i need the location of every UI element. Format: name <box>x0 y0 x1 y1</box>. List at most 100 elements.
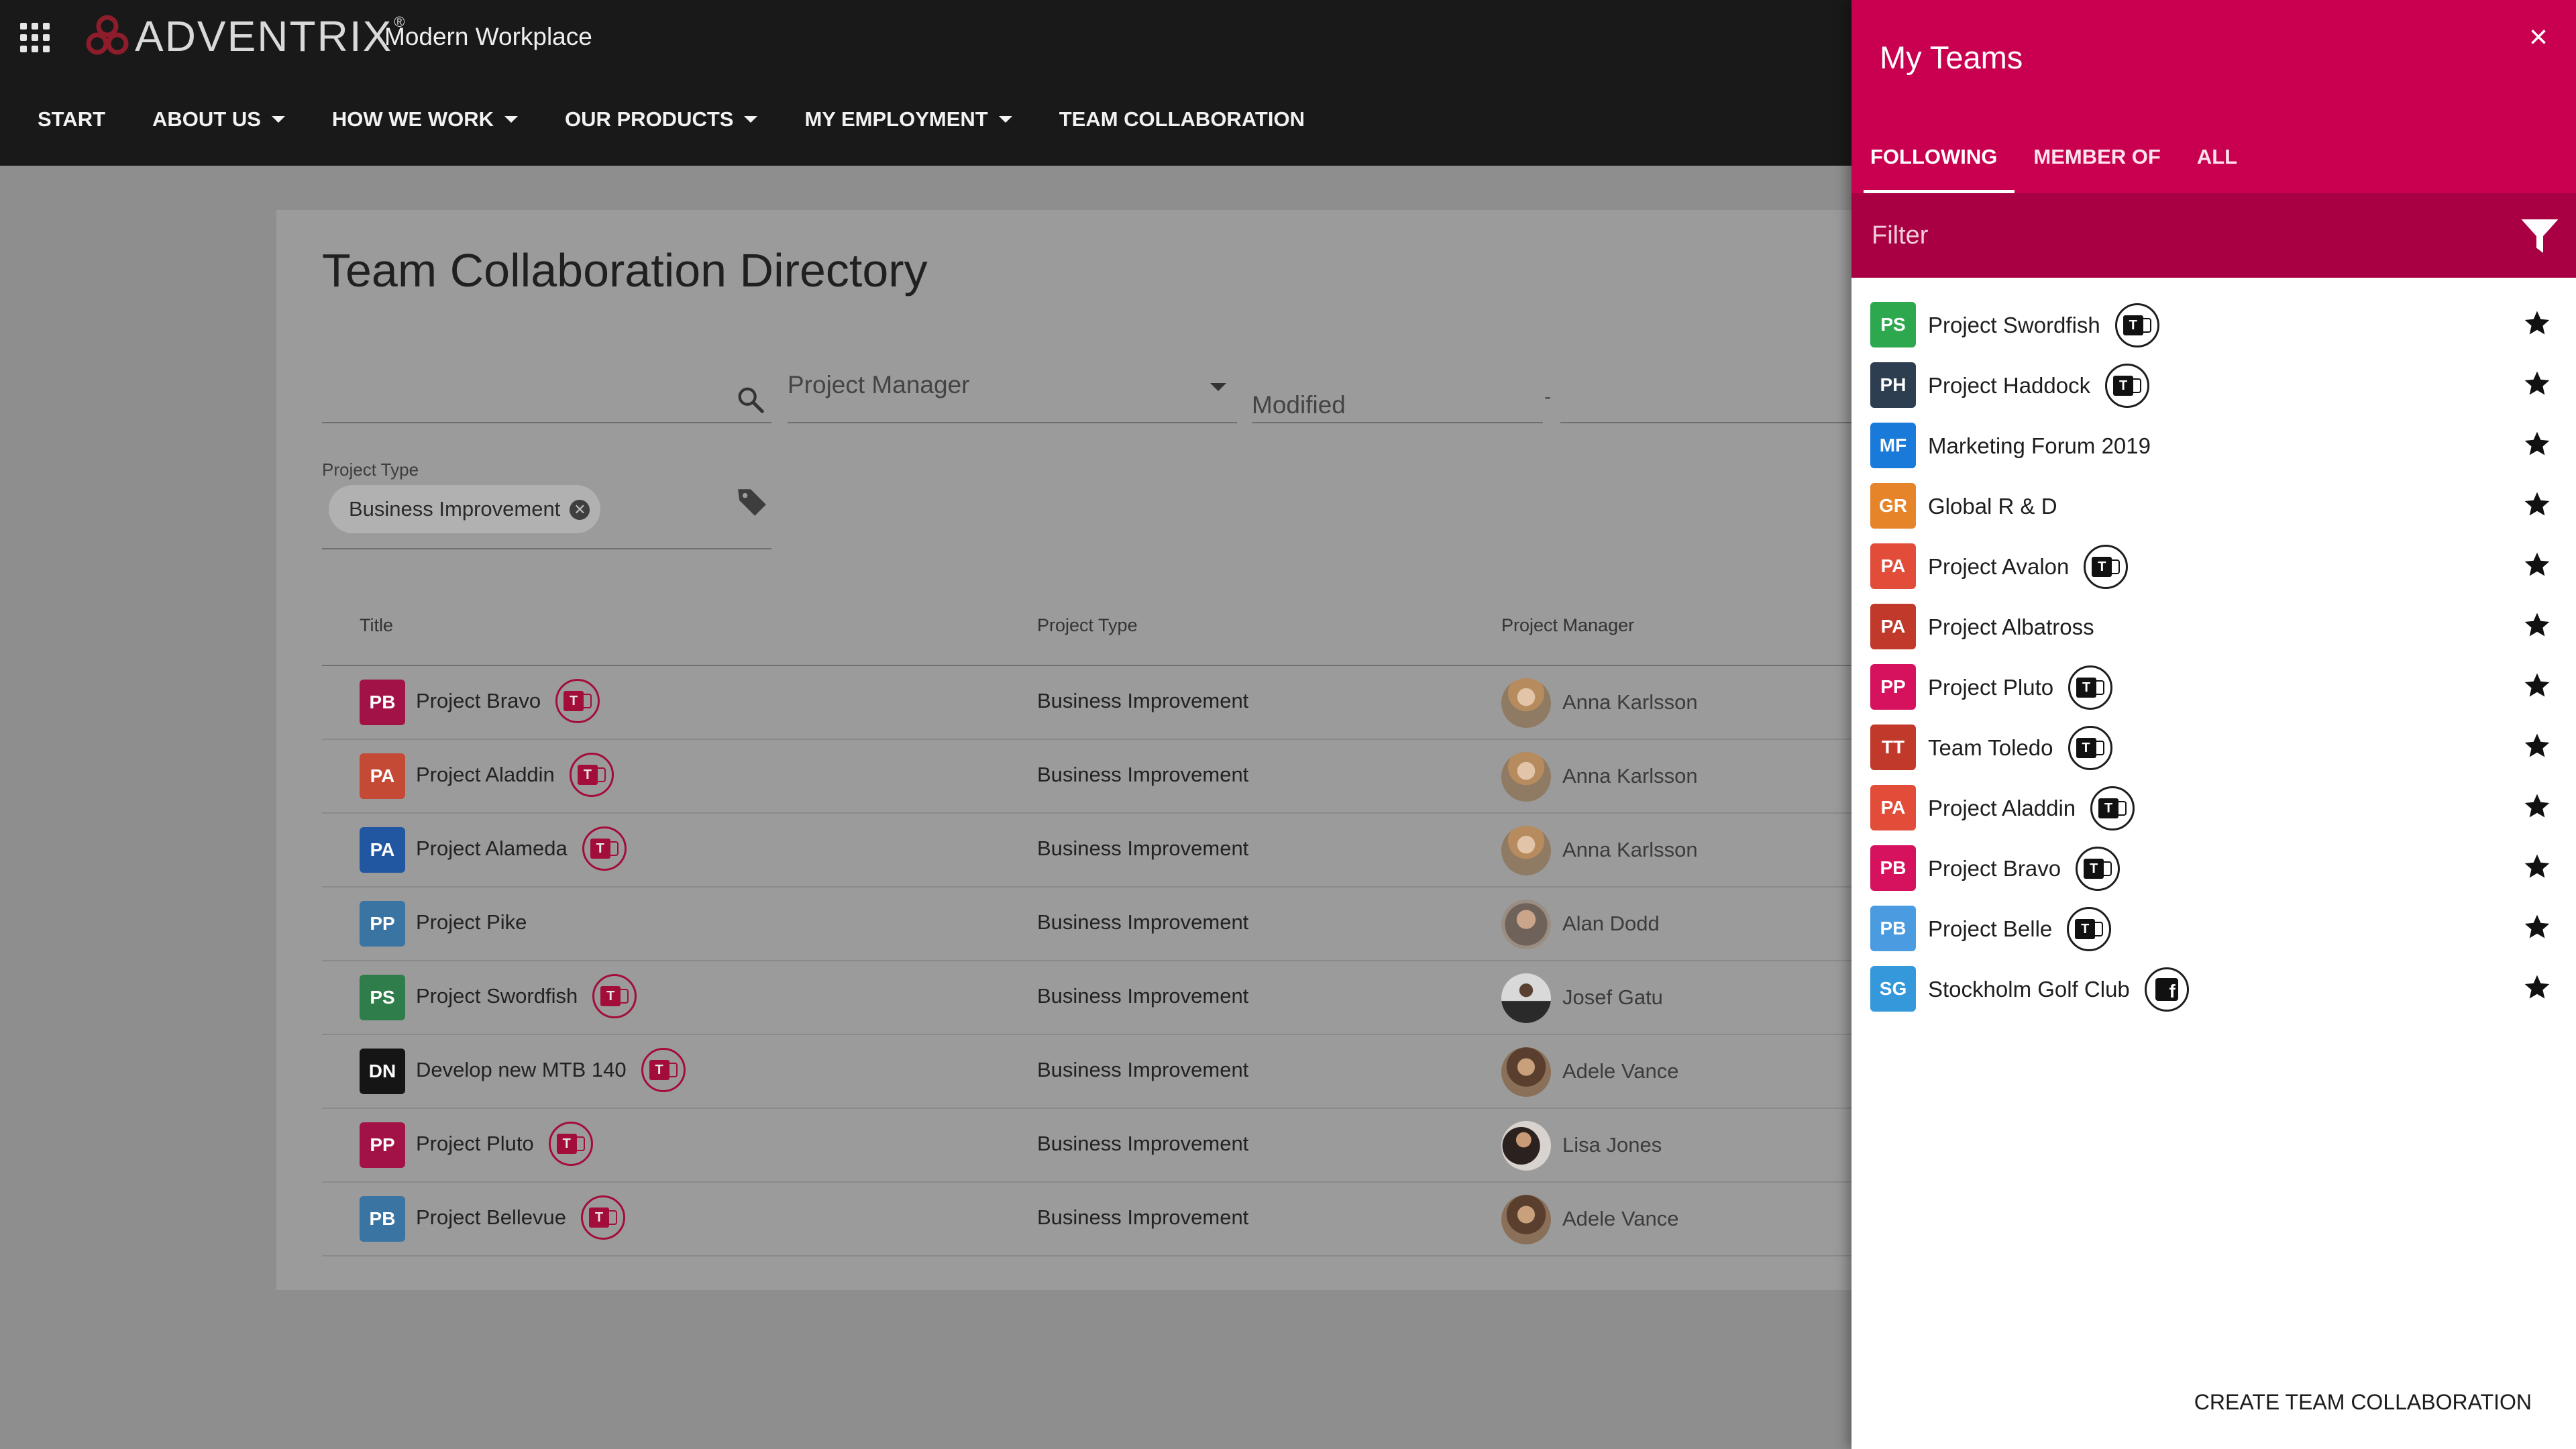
tab-member-of[interactable]: MEMBER OF <box>2033 141 2160 193</box>
site-logo[interactable]: ADVENTRIX ® <box>84 9 405 63</box>
team-list-item[interactable]: MF Marketing Forum 2019 <box>1851 416 2576 476</box>
star-icon[interactable] <box>2522 973 2552 1002</box>
team-name-link[interactable]: Project Bravo T <box>1928 847 2121 891</box>
ms-teams-icon[interactable]: T <box>548 1122 593 1166</box>
ms-teams-icon[interactable]: T <box>2105 364 2150 408</box>
team-name-link[interactable]: Team Toledo T <box>1928 726 2112 770</box>
team-list-item[interactable]: TT Team Toledo T <box>1851 718 2576 778</box>
close-icon[interactable]: × <box>2521 20 2556 55</box>
nav-about-us[interactable]: ABOUT US <box>152 107 285 131</box>
table-row[interactable]: PA Project Aladdin T Business Improvement An… <box>322 740 1865 814</box>
tab-all[interactable]: ALL <box>2197 141 2237 193</box>
ms-teams-icon[interactable]: T <box>2076 847 2121 891</box>
table-row[interactable]: PS Project Swordfish T Business Improvement… <box>322 961 1865 1035</box>
project-manager-cell[interactable]: Adele Vance <box>1562 1207 1679 1231</box>
project-manager-cell[interactable]: Anna Karlsson <box>1562 838 1698 862</box>
ms-teams-icon[interactable]: T <box>2068 726 2112 770</box>
project-type-chip[interactable]: Business Improvement ✕ <box>329 485 601 533</box>
team-name-link[interactable]: Project Avalon T <box>1928 545 2129 589</box>
team-list-item[interactable]: PB Project Bravo T <box>1851 839 2576 899</box>
star-icon[interactable] <box>2522 610 2552 640</box>
project-title-link[interactable]: Project Swordfish T <box>416 974 637 1018</box>
ms-teams-icon[interactable]: T <box>641 1048 686 1092</box>
star-icon[interactable] <box>2522 671 2552 700</box>
project-title-link[interactable]: Project Bellevue T <box>416 1195 626 1240</box>
team-name-link[interactable]: Project Belle T <box>1928 907 2112 951</box>
team-name-link[interactable]: Marketing Forum 2019 <box>1928 433 2151 459</box>
project-title-link[interactable]: Project Pluto T <box>416 1122 593 1166</box>
app-launcher-icon[interactable] <box>20 23 50 52</box>
tab-following[interactable]: FOLLOWING <box>1863 141 2015 193</box>
create-team-collaboration-button[interactable]: CREATE TEAM COLLABORATION <box>2194 1390 2532 1415</box>
project-title-link[interactable]: Project Bravo T <box>416 679 600 723</box>
project-title-link[interactable]: Develop new MTB 140 T <box>416 1048 686 1092</box>
team-name-link[interactable]: Project Pluto T <box>1928 665 2113 710</box>
nav-start[interactable]: START <box>38 107 105 131</box>
nav-our-products[interactable]: OUR PRODUCTS <box>565 107 758 131</box>
star-icon[interactable] <box>2522 490 2552 519</box>
project-manager-dropdown[interactable]: Project Manager <box>788 359 1237 423</box>
project-type-field[interactable]: Business Improvement ✕ <box>322 478 771 549</box>
filter-input[interactable] <box>1870 213 2474 258</box>
table-row[interactable]: PB Project Bravo T Business Improvement Anna… <box>322 666 1865 740</box>
project-manager-cell[interactable]: Anna Karlsson <box>1562 690 1698 714</box>
star-icon[interactable] <box>2522 309 2552 338</box>
ms-teams-icon[interactable]: T <box>555 679 600 723</box>
star-icon[interactable] <box>2522 429 2552 459</box>
project-title-link[interactable]: Project Pike <box>416 910 527 934</box>
ms-teams-icon[interactable]: T <box>2068 665 2113 710</box>
project-manager-cell[interactable]: Adele Vance <box>1562 1059 1679 1083</box>
star-icon[interactable] <box>2522 912 2552 942</box>
ms-teams-icon[interactable]: T <box>592 974 637 1018</box>
team-name-link[interactable]: Project Albatross <box>1928 614 2094 640</box>
star-icon[interactable] <box>2522 792 2552 821</box>
column-header-project-type[interactable]: Project Type <box>1037 615 1138 636</box>
tag-icon[interactable] <box>735 485 769 519</box>
chip-remove-icon[interactable]: ✕ <box>570 500 590 520</box>
project-manager-cell[interactable]: Josef Gatu <box>1562 985 1663 1010</box>
project-manager-cell[interactable]: Anna Karlsson <box>1562 764 1698 788</box>
modified-to-field[interactable] <box>1560 371 1851 423</box>
team-list-item[interactable]: SG Stockholm Golf Club f <box>1851 959 2576 1020</box>
nav-how-we-work[interactable]: HOW WE WORK <box>332 107 518 131</box>
team-list-item[interactable]: PB Project Belle T <box>1851 899 2576 959</box>
table-row[interactable]: DN Develop new MTB 140 T Business Improveme… <box>322 1035 1865 1109</box>
site-name[interactable]: Modern Workplace <box>384 23 592 51</box>
ms-teams-icon[interactable]: T <box>2114 303 2159 347</box>
filter-icon[interactable] <box>2520 216 2560 256</box>
team-name-link[interactable]: Project Haddock T <box>1928 364 2150 408</box>
team-list-item[interactable]: PA Project Avalon T <box>1851 537 2576 597</box>
search-icon[interactable] <box>735 384 766 415</box>
table-row[interactable]: PP Project Pike Business Improvement Alan D… <box>322 888 1865 961</box>
ms-teams-icon[interactable]: T <box>569 753 614 797</box>
team-list-item[interactable]: GR Global R & D <box>1851 476 2576 537</box>
project-title-link[interactable]: Project Aladdin T <box>416 753 614 797</box>
facebook-icon[interactable]: f <box>2144 967 2189 1012</box>
ms-teams-icon[interactable]: T <box>2090 786 2135 830</box>
star-icon[interactable] <box>2522 369 2552 398</box>
table-row[interactable]: PP Project Pluto T Business Improvement Lisa… <box>322 1109 1865 1183</box>
star-icon[interactable] <box>2522 731 2552 761</box>
team-list-item[interactable]: PH Project Haddock T <box>1851 356 2576 416</box>
project-title-link[interactable]: Project Alameda T <box>416 826 627 871</box>
project-manager-cell[interactable]: Alan Dodd <box>1562 912 1660 936</box>
team-name-link[interactable]: Project Aladdin T <box>1928 786 2135 830</box>
table-row[interactable]: PB Project Bellevue T Business Improvement A… <box>322 1183 1865 1256</box>
team-name-link[interactable]: Project Swordfish T <box>1928 303 2159 347</box>
team-list-item[interactable]: PA Project Albatross <box>1851 597 2576 657</box>
team-name-link[interactable]: Stockholm Golf Club f <box>1928 967 2189 1012</box>
column-header-project-manager[interactable]: Project Manager <box>1501 615 1634 636</box>
search-field[interactable] <box>322 371 771 423</box>
team-list-item[interactable]: PS Project Swordfish T <box>1851 295 2576 356</box>
ms-teams-icon[interactable]: T <box>582 826 627 871</box>
modified-from-field[interactable]: Modified <box>1252 371 1543 423</box>
ms-teams-icon[interactable]: T <box>581 1195 626 1240</box>
project-manager-cell[interactable]: Lisa Jones <box>1562 1133 1662 1157</box>
nav-my-employment[interactable]: MY EMPLOYMENT <box>804 107 1012 131</box>
table-row[interactable]: PA Project Alameda T Business Improvement An… <box>322 814 1865 888</box>
nav-team-collaboration[interactable]: TEAM COLLABORATION <box>1059 107 1305 131</box>
ms-teams-icon[interactable]: T <box>2084 545 2129 589</box>
column-header-title[interactable]: Title <box>360 615 393 636</box>
star-icon[interactable] <box>2522 852 2552 881</box>
team-list-item[interactable]: PA Project Aladdin T <box>1851 778 2576 839</box>
